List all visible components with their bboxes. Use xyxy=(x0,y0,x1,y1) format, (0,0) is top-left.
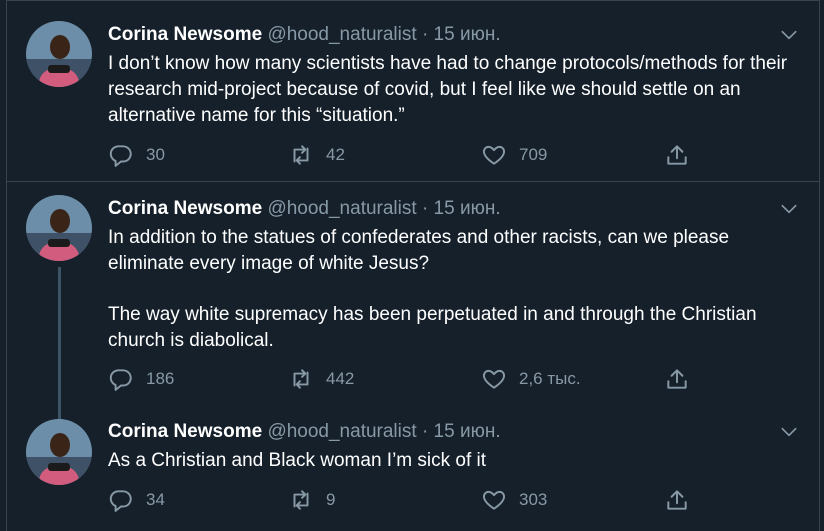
heart-icon xyxy=(483,145,505,165)
timeline-feed: Corina Newsome @hood_naturalist · 15 июн… xyxy=(6,0,820,531)
share-button[interactable] xyxy=(664,364,690,394)
tweet-date[interactable]: 15 июн. xyxy=(434,421,501,442)
retweet-icon xyxy=(293,490,309,510)
thread-line xyxy=(58,267,61,419)
separator-dot: · xyxy=(421,421,429,442)
like-button[interactable]: 303 xyxy=(481,485,547,515)
tweet-date[interactable]: 15 июн. xyxy=(434,198,501,219)
like-count: 2,6 тыс. xyxy=(519,369,581,388)
reply-count: 34 xyxy=(146,490,165,509)
retweet-count: 42 xyxy=(326,145,345,164)
heart-icon xyxy=(483,369,505,389)
reply-count: 30 xyxy=(146,145,165,164)
like-count: 303 xyxy=(519,490,548,509)
chevron-down-icon[interactable] xyxy=(779,199,799,219)
retweet-button[interactable]: 42 xyxy=(288,140,345,170)
separator-dot: · xyxy=(421,198,429,219)
author-name[interactable]: Corina Newsome xyxy=(108,24,262,45)
retweet-count: 9 xyxy=(326,490,336,509)
reply-icon xyxy=(109,490,132,512)
tweet-text: As a Christian and Black woman I’m sick … xyxy=(108,448,803,474)
tweet-header: Corina Newsome @hood_naturalist · 15 июн… xyxy=(108,197,501,221)
tweet-paragraph: In addition to the statues of confederat… xyxy=(108,227,735,274)
tweet-paragraph: The way white supremacy has been perpetu… xyxy=(108,304,762,351)
tweet-date[interactable]: 15 июн. xyxy=(434,24,501,45)
author-name[interactable]: Corina Newsome xyxy=(108,421,262,442)
retweet-button[interactable]: 442 xyxy=(288,364,354,394)
tweet-actions: 34 9 303 xyxy=(108,485,698,515)
avatar[interactable] xyxy=(26,21,92,87)
reply-button[interactable]: 30 xyxy=(108,140,165,170)
tweet[interactable]: Corina Newsome @hood_naturalist · 15 июн… xyxy=(7,182,819,419)
like-button[interactable]: 2,6 тыс. xyxy=(481,364,581,394)
author-name[interactable]: Corina Newsome xyxy=(108,198,262,219)
reply-icon xyxy=(109,145,132,167)
tweet-paragraph: I don’t know how many scientists have ha… xyxy=(108,53,793,126)
chevron-down-icon[interactable] xyxy=(779,25,799,45)
tweet-actions: 30 42 709 xyxy=(108,140,698,170)
tweet[interactable]: Corina Newsome @hood_naturalist · 15 июн… xyxy=(7,0,819,182)
share-button[interactable] xyxy=(664,485,690,515)
reply-button[interactable]: 186 xyxy=(108,364,174,394)
share-icon xyxy=(667,145,687,165)
reply-button[interactable]: 34 xyxy=(108,485,165,515)
tweet-actions: 186 442 2,6 тыс. xyxy=(108,364,698,394)
chevron-down-icon[interactable] xyxy=(779,422,799,442)
tweet[interactable]: Corina Newsome @hood_naturalist · 15 июн… xyxy=(7,406,819,531)
share-icon xyxy=(667,369,687,389)
tweet-text: I don’t know how many scientists have ha… xyxy=(108,51,803,129)
avatar[interactable] xyxy=(26,195,92,261)
heart-icon xyxy=(483,490,505,510)
author-handle[interactable]: @hood_naturalist xyxy=(267,198,416,219)
author-handle[interactable]: @hood_naturalist xyxy=(267,421,416,442)
author-handle[interactable]: @hood_naturalist xyxy=(267,24,416,45)
retweet-icon xyxy=(293,145,309,165)
reply-icon xyxy=(109,369,132,391)
retweet-count: 442 xyxy=(326,369,355,388)
share-icon xyxy=(667,490,687,510)
reply-count: 186 xyxy=(146,369,175,388)
tweet-header: Corina Newsome @hood_naturalist · 15 июн… xyxy=(108,23,501,47)
retweet-icon xyxy=(293,369,309,389)
tweet-header: Corina Newsome @hood_naturalist · 15 июн… xyxy=(108,420,501,444)
like-count: 709 xyxy=(519,145,548,164)
like-button[interactable]: 709 xyxy=(481,140,547,170)
avatar[interactable] xyxy=(26,419,92,485)
tweet-paragraph: As a Christian and Black woman I’m sick … xyxy=(108,450,487,471)
separator-dot: · xyxy=(421,24,429,45)
share-button[interactable] xyxy=(664,140,690,170)
retweet-button[interactable]: 9 xyxy=(288,485,335,515)
tweet-text: In addition to the statues of confederat… xyxy=(108,225,803,354)
